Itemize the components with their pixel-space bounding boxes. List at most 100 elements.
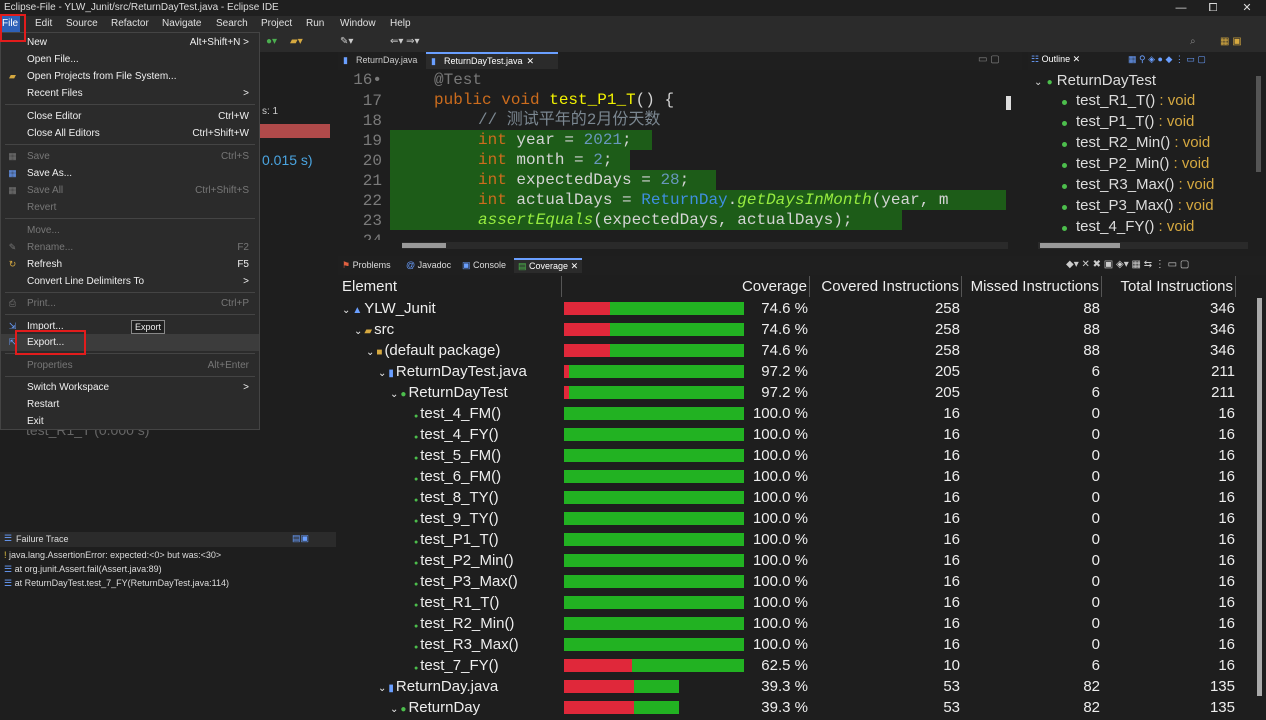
expand-chevron-icon[interactable]: ⌄ [366, 342, 374, 363]
code-line[interactable]: public void test_P1_T() { [434, 90, 674, 110]
menu-item-close-editor[interactable]: Close Editor Ctrl+W [1, 108, 259, 125]
coverage-row[interactable]: ● test_P2_Min() 100.0 % 16 0 16 [338, 550, 1258, 571]
coverage-scrollbar-track[interactable] [1256, 298, 1264, 704]
coverage-toolbar-icons[interactable]: ◆▾ ✕ ✖ ▣ ◈▾ ▦ ⇆ ⋮ ▭ ▢ [1066, 259, 1189, 270]
expand-chevron-icon[interactable]: ⌄ [378, 678, 386, 699]
expand-chevron-icon[interactable]: ⌄ [390, 699, 398, 720]
menu-item-move[interactable]: Move... [1, 222, 259, 239]
open-icon[interactable]: ▰▾ [290, 32, 303, 52]
menu-item-revert[interactable]: Revert [1, 199, 259, 216]
coverage-row[interactable]: ● test_R1_T() 100.0 % 16 0 16 [338, 592, 1258, 613]
expand-chevron-icon[interactable]: ⌄ [390, 384, 398, 405]
outline-method[interactable]: test_4_FY() : void [1076, 218, 1194, 235]
expand-chevron-icon[interactable]: ⌄ [342, 300, 350, 321]
menu-item-recent-files[interactable]: Recent Files > [1, 85, 259, 102]
menu-help[interactable]: Help [390, 16, 411, 32]
nav-icon[interactable]: ⇐▾ ⇒▾ [390, 32, 420, 52]
trace-line[interactable]: ☰ at ReturnDayTest.test_7_FY(ReturnDayTe… [4, 578, 229, 589]
horizontal-scrollbar-thumb[interactable] [402, 243, 446, 248]
horizontal-scrollbar-track[interactable] [402, 242, 1008, 249]
menu-item-open-file[interactable]: Open File... [1, 51, 259, 68]
search-icon[interactable]: ⌕ [1190, 32, 1196, 52]
column-coverage[interactable]: Coverage [562, 276, 810, 297]
menu-item-refresh[interactable]: ↻ Refresh F5 [1, 256, 259, 273]
tab-javadoc[interactable]: @ Javadoc [406, 260, 451, 270]
maximize-button[interactable]: ⧠ [1198, 0, 1228, 16]
code-line[interactable]: assertEquals(expectedDays, actualDays); [390, 210, 902, 230]
outline-method[interactable]: test_R1_T() : void [1076, 92, 1195, 109]
close-window-button[interactable]: ✕ [1232, 0, 1262, 16]
column-total-instructions[interactable]: Total Instructions [1102, 276, 1236, 297]
menu-item-save-as[interactable]: ▦ Save As... [1, 165, 259, 182]
code-line[interactable]: int actualDays = ReturnDay.getDaysInMont… [390, 190, 1006, 210]
minimize-view-icon[interactable]: ▭ ▢ [978, 54, 1000, 65]
coverage-row[interactable]: ⌄ ▲ YLW_Junit 74.6 % 258 88 346 [338, 298, 1258, 319]
coverage-row[interactable]: ● test_6_FM() 100.0 % 16 0 16 [338, 466, 1258, 487]
menu-item-properties[interactable]: Properties Alt+Enter [1, 357, 259, 374]
menu-project[interactable]: Project [261, 16, 292, 32]
minimize-button[interactable]: — [1166, 0, 1196, 16]
coverage-row[interactable]: ⌄ ● ReturnDayTest 97.2 % 205 6 211 [338, 382, 1258, 403]
menu-item-save-all[interactable]: ▦ Save All Ctrl+Shift+S [1, 182, 259, 199]
menu-item-rename[interactable]: ✎ Rename... F2 [1, 239, 259, 256]
outline-method[interactable]: test_P3_Max() : void [1076, 197, 1214, 214]
coverage-scrollbar-thumb[interactable] [1257, 298, 1262, 696]
coverage-row[interactable]: ⌄ ● ReturnDay 39.3 % 53 82 135 [338, 697, 1258, 718]
trace-line[interactable]: ! java.lang.AssertionError: expected:<0>… [4, 550, 221, 560]
outline-method[interactable]: test_R3_Max() : void [1076, 176, 1214, 193]
menu-window[interactable]: Window [340, 16, 376, 32]
menu-search[interactable]: Search [216, 16, 248, 32]
column-covered-instructions[interactable]: Covered Instructions [810, 276, 962, 297]
outline-method[interactable]: test_P1_T() : void [1076, 113, 1194, 130]
coverage-row[interactable]: ● test_4_FY() 100.0 % 16 0 16 [338, 424, 1258, 445]
menu-refactor[interactable]: Refactor [111, 16, 149, 32]
coverage-row[interactable]: ● test_9_TY() 100.0 % 16 0 16 [338, 508, 1258, 529]
outline-scrollbar[interactable] [1256, 76, 1261, 172]
tab-outline[interactable]: ☷ Outline ✕ [1031, 54, 1080, 65]
menu-run[interactable]: Run [306, 16, 324, 32]
coverage-row[interactable]: ⌄ ■ (default package) 74.6 % 258 88 346 [338, 340, 1258, 361]
pin-icon[interactable]: ✎▾ [340, 32, 353, 52]
menu-item-exit[interactable]: Exit [1, 413, 259, 430]
code-line[interactable]: // 测试平年的2月份天数 [478, 110, 660, 130]
close-tab-icon[interactable]: ✕ [527, 56, 535, 66]
menu-item-open-projects[interactable]: ▰ Open Projects from File System... [1, 68, 259, 85]
code-line[interactable]: @Test [434, 70, 482, 90]
menu-edit[interactable]: Edit [35, 16, 52, 32]
column-missed-instructions[interactable]: Missed Instructions [962, 276, 1102, 297]
outline-hscroll-track[interactable] [1038, 242, 1248, 249]
coverage-row[interactable]: ● test_7_FY() 62.5 % 10 6 16 [338, 655, 1258, 676]
coverage-row[interactable]: ● test_R2_Min() 100.0 % 16 0 16 [338, 613, 1258, 634]
column-element[interactable]: Element [342, 276, 562, 297]
tab-console[interactable]: ▣ Console [462, 260, 506, 271]
menu-item-new[interactable]: New Alt+Shift+N > [1, 34, 259, 51]
outline-class-node[interactable]: ⌄ ● ReturnDayTest [1034, 72, 1156, 89]
coverage-row[interactable]: ⌄ ▮ ReturnDayTest.java 97.2 % 205 6 211 [338, 361, 1258, 382]
expand-chevron-icon[interactable]: ⌄ [1034, 77, 1042, 88]
outline-toolbar-icons[interactable]: ▦ ⚲ ◈ ● ◆ ⋮ ▭ ▢ [1128, 54, 1206, 65]
tab-coverage[interactable]: ▤ Coverage ✕ [514, 258, 583, 273]
trace-line[interactable]: ☰ at org.junit.Assert.fail(Assert.java:8… [4, 564, 162, 575]
code-line[interactable]: int expectedDays = 28; [390, 170, 716, 190]
code-line[interactable]: int month = 2; [390, 150, 630, 170]
coverage-row[interactable]: ● test_8_TY() 100.0 % 16 0 16 [338, 487, 1258, 508]
menu-item-switch-workspace[interactable]: Switch Workspace > [1, 379, 259, 396]
coverage-row[interactable]: ● test_5_FM() 100.0 % 16 0 16 [338, 445, 1258, 466]
tab-returndaytest-java[interactable]: ▮ ReturnDayTest.java ✕ [426, 52, 558, 69]
menu-item-print[interactable]: ⎙ Print... Ctrl+P [1, 295, 259, 312]
coverage-row[interactable]: ● test_4_FM() 100.0 % 16 0 16 [338, 403, 1258, 424]
perspective-icon[interactable]: ▦ ▣ [1220, 32, 1242, 52]
menu-item-convert-line-delimiters[interactable]: Convert Line Delimiters To > [1, 273, 259, 290]
run-icon[interactable]: ●▾ [266, 32, 277, 52]
tab-problems[interactable]: ⚑ Problems [342, 260, 391, 271]
outline-method[interactable]: test_R2_Min() : void [1076, 134, 1210, 151]
outline-hscroll-thumb[interactable] [1040, 243, 1120, 248]
menu-item-save[interactable]: ▦ Save Ctrl+S [1, 148, 259, 165]
filter-trace-icon[interactable]: ▤▣ [292, 533, 309, 544]
coverage-row[interactable]: ● test_P3_Max() 100.0 % 16 0 16 [338, 571, 1258, 592]
coverage-row[interactable]: ⌄ ▮ ReturnDay.java 39.3 % 53 82 135 [338, 676, 1258, 697]
coverage-row[interactable]: ● test_P1_T() 100.0 % 16 0 16 [338, 529, 1258, 550]
expand-chevron-icon[interactable]: ⌄ [378, 363, 386, 384]
tab-returnday-java[interactable]: ▮ ReturnDay.java [338, 52, 424, 69]
menu-navigate[interactable]: Navigate [162, 16, 201, 32]
